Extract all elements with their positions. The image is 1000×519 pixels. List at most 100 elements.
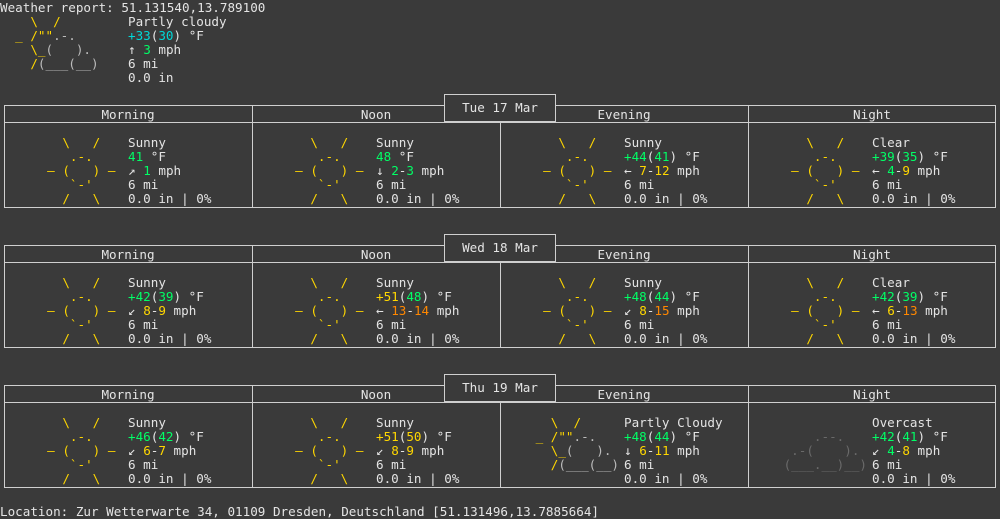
wind-low: 8 <box>391 443 399 458</box>
current-temp-unit: °F <box>181 28 204 43</box>
period-header-morning: Morning <box>101 387 155 402</box>
current-wind-unit: mph <box>150 42 182 57</box>
visibility: 6 mi <box>624 317 655 332</box>
forecast-cell: .--. .-( ). (___.__)__) Overcast +42(41)… <box>748 416 996 486</box>
visibility: 6 mi <box>872 177 903 192</box>
forecast-cell: \ / .-. ― ( ) ― `-' / \ Sunny +46(42) °F … <box>4 416 252 486</box>
condition-label: Clear <box>872 135 910 150</box>
forecast-cell: \ / .-. ― ( ) ― `-' / \ Sunny +42(39) °F … <box>4 276 252 346</box>
forecast-cell: \ / .-. ― ( ) ― `-' / \ Sunny +51(50) °F … <box>252 416 500 486</box>
condition-label: Sunny <box>376 415 414 430</box>
forecast-cell: \ / .-. ― ( ) ― `-' / \ Sunny +48(44) °F … <box>500 276 748 346</box>
condition-label: Sunny <box>624 135 662 150</box>
period-header-morning: Morning <box>101 107 155 122</box>
period-header-evening: Evening <box>597 247 651 262</box>
forecast-cell: \ / .-. ― ( ) ― `-' / \ Sunny 41 °F ↗ 1 m… <box>4 136 252 206</box>
wind-arrow-icon: ← <box>872 163 880 178</box>
period-header-evening: Evening <box>597 107 651 122</box>
wind-low: 4 <box>887 443 895 458</box>
temperature: +42 <box>128 289 151 304</box>
forecast-cell: \ / .-. ― ( ) ― `-' / \ Sunny 48 °F ↓ 2-3… <box>252 136 500 206</box>
current-temp: +33 <box>128 28 151 43</box>
sun-icon: \ / .-. ― ( ) ― `-' / \ <box>528 275 612 346</box>
temperature: +39 <box>872 149 895 164</box>
forecast-details: Partly Cloudy +48(44) °F ↓ 6-11 mph 6 mi… <box>624 415 723 486</box>
sun-icon: \ / .-. ― ( ) ― `-' / \ <box>528 135 612 206</box>
forecast-cell: \ / _ /"".-. \_( ). /(___(__) Partly Clo… <box>500 416 748 486</box>
temperature: +51 <box>376 429 399 444</box>
precipitation: 0.0 in | 0% <box>128 471 212 486</box>
wind-high: 3 <box>406 163 414 178</box>
wind-arrow-icon: ↙ <box>624 303 632 318</box>
wind-arrow-icon: ↗ <box>128 163 136 178</box>
wind-arrow-icon: ← <box>872 303 880 318</box>
temp-feel: 44 <box>654 289 670 304</box>
precipitation: 0.0 in | 0% <box>624 471 708 486</box>
visibility: 6 mi <box>128 317 159 332</box>
wind-low: 6 <box>887 303 895 318</box>
temp-feel: 42 <box>158 429 174 444</box>
wind-low: 8 <box>639 303 647 318</box>
current-conditions: Partly cloudy +33(30) °F ↑ 3 mph 6 mi 0.… <box>128 14 227 85</box>
visibility: 6 mi <box>376 317 407 332</box>
period-header-noon: Noon <box>360 387 392 402</box>
forecast-details: Clear +39(35) °F ← 4-9 mph 6 mi 0.0 in |… <box>872 135 956 206</box>
visibility: 6 mi <box>872 317 903 332</box>
wind-arrow-icon: ↙ <box>128 443 136 458</box>
wind-low: 13 <box>391 303 407 318</box>
wind-low: 6 <box>639 443 647 458</box>
temperature: +48 <box>624 289 647 304</box>
wind-high: 12 <box>654 163 670 178</box>
precipitation: 0.0 in | 0% <box>128 191 212 206</box>
visibility: 6 mi <box>128 177 159 192</box>
forecast-day: Thu 19 Mar Morning Noon Evening Night \ / .-… <box>4 374 996 488</box>
forecast-cell: \ / .-. ― ( ) ― `-' / \ Clear +39(35) °F … <box>748 136 996 206</box>
precipitation: 0.0 in | 0% <box>872 191 956 206</box>
wind-low: 7 <box>639 163 647 178</box>
partly-cloudy-icon: \ / _ /"".-. \_( ). /(___(__) <box>528 415 620 472</box>
wind-arrow-icon: ↓ <box>376 163 384 178</box>
sun-icon: \ / .-. ― ( ) ― `-' / \ <box>280 275 364 346</box>
condition-label: Sunny <box>624 275 662 290</box>
wind-high: 11 <box>654 443 670 458</box>
forecast-details: Sunny +46(42) °F ↙ 6-7 mph 6 mi 0.0 in |… <box>128 415 212 486</box>
temp-feel: 35 <box>902 149 918 164</box>
temperature: +42 <box>872 289 895 304</box>
condition-label: Sunny <box>376 275 414 290</box>
precipitation: 0.0 in | 0% <box>376 191 460 206</box>
wind-high: 7 <box>158 443 166 458</box>
wind-high: 8 <box>902 443 910 458</box>
precipitation: 0.0 in | 0% <box>872 471 956 486</box>
sun-icon: \ / .-. ― ( ) ― `-' / \ <box>32 135 116 206</box>
wind-low: 8 <box>143 303 151 318</box>
visibility: 6 mi <box>624 177 655 192</box>
precipitation: 0.0 in | 0% <box>624 191 708 206</box>
condition-label: Overcast <box>872 415 933 430</box>
sun-icon: \ / .-. ― ( ) ― `-' / \ <box>32 415 116 486</box>
condition-label: Clear <box>872 275 910 290</box>
precipitation: 0.0 in | 0% <box>872 331 956 346</box>
report-title: Weather report: 51.131540,13.789100 <box>0 0 266 15</box>
temp-feel: 39 <box>902 289 918 304</box>
temp-feel: 41 <box>902 429 918 444</box>
temp-feel: 50 <box>406 429 422 444</box>
wind-arrow-icon: ↙ <box>376 443 384 458</box>
condition-label: Sunny <box>376 135 414 150</box>
period-header-night: Night <box>853 247 891 262</box>
forecast-details: Clear +42(39) °F ← 6-13 mph 6 mi 0.0 in … <box>872 275 956 346</box>
temp-feel: 48 <box>406 289 422 304</box>
temperature: +51 <box>376 289 399 304</box>
visibility: 6 mi <box>128 457 159 472</box>
temperature: 48 <box>376 149 392 164</box>
wind-high: 9 <box>158 303 166 318</box>
forecast-details: Sunny 41 °F ↗ 1 mph 6 mi 0.0 in | 0% <box>128 135 212 206</box>
wind-arrow-icon: ← <box>624 163 632 178</box>
condition-label: Sunny <box>128 415 166 430</box>
sun-icon: \ / .-. ― ( ) ― `-' / \ <box>280 135 364 206</box>
forecast-day: Wed 18 Mar Morning Noon Evening Night \ / .-… <box>4 234 996 348</box>
forecast-details: Sunny 48 °F ↓ 2-3 mph 6 mi 0.0 in | 0% <box>376 135 460 206</box>
wind-high: 14 <box>413 303 430 318</box>
visibility: 6 mi <box>872 457 903 472</box>
temperature: +42 <box>872 429 895 444</box>
period-header-night: Night <box>853 107 891 122</box>
